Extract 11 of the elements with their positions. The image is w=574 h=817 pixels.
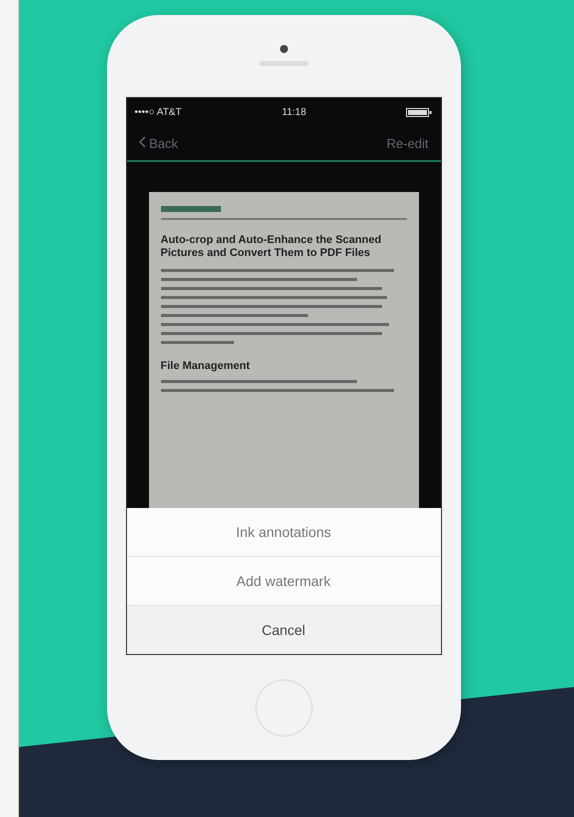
battery-icon	[406, 108, 432, 116]
section-heading: File Management	[160, 360, 251, 372]
re-edit-button[interactable]: Re-edit	[380, 134, 434, 152]
clock-time: 11:18	[282, 106, 306, 118]
carrier-label: ••••○ AT&T	[134, 106, 182, 118]
back-button[interactable]: Back	[132, 134, 184, 152]
document-heading: Auto-crop and Auto-Enhance the Scanned Pictures and Convert Them to PDF Files	[160, 234, 382, 260]
sheet-option[interactable]: Ink annotations	[126, 508, 440, 557]
camera-dot	[280, 45, 288, 53]
logo-bar	[160, 206, 220, 212]
chevron-left-icon	[138, 136, 146, 148]
